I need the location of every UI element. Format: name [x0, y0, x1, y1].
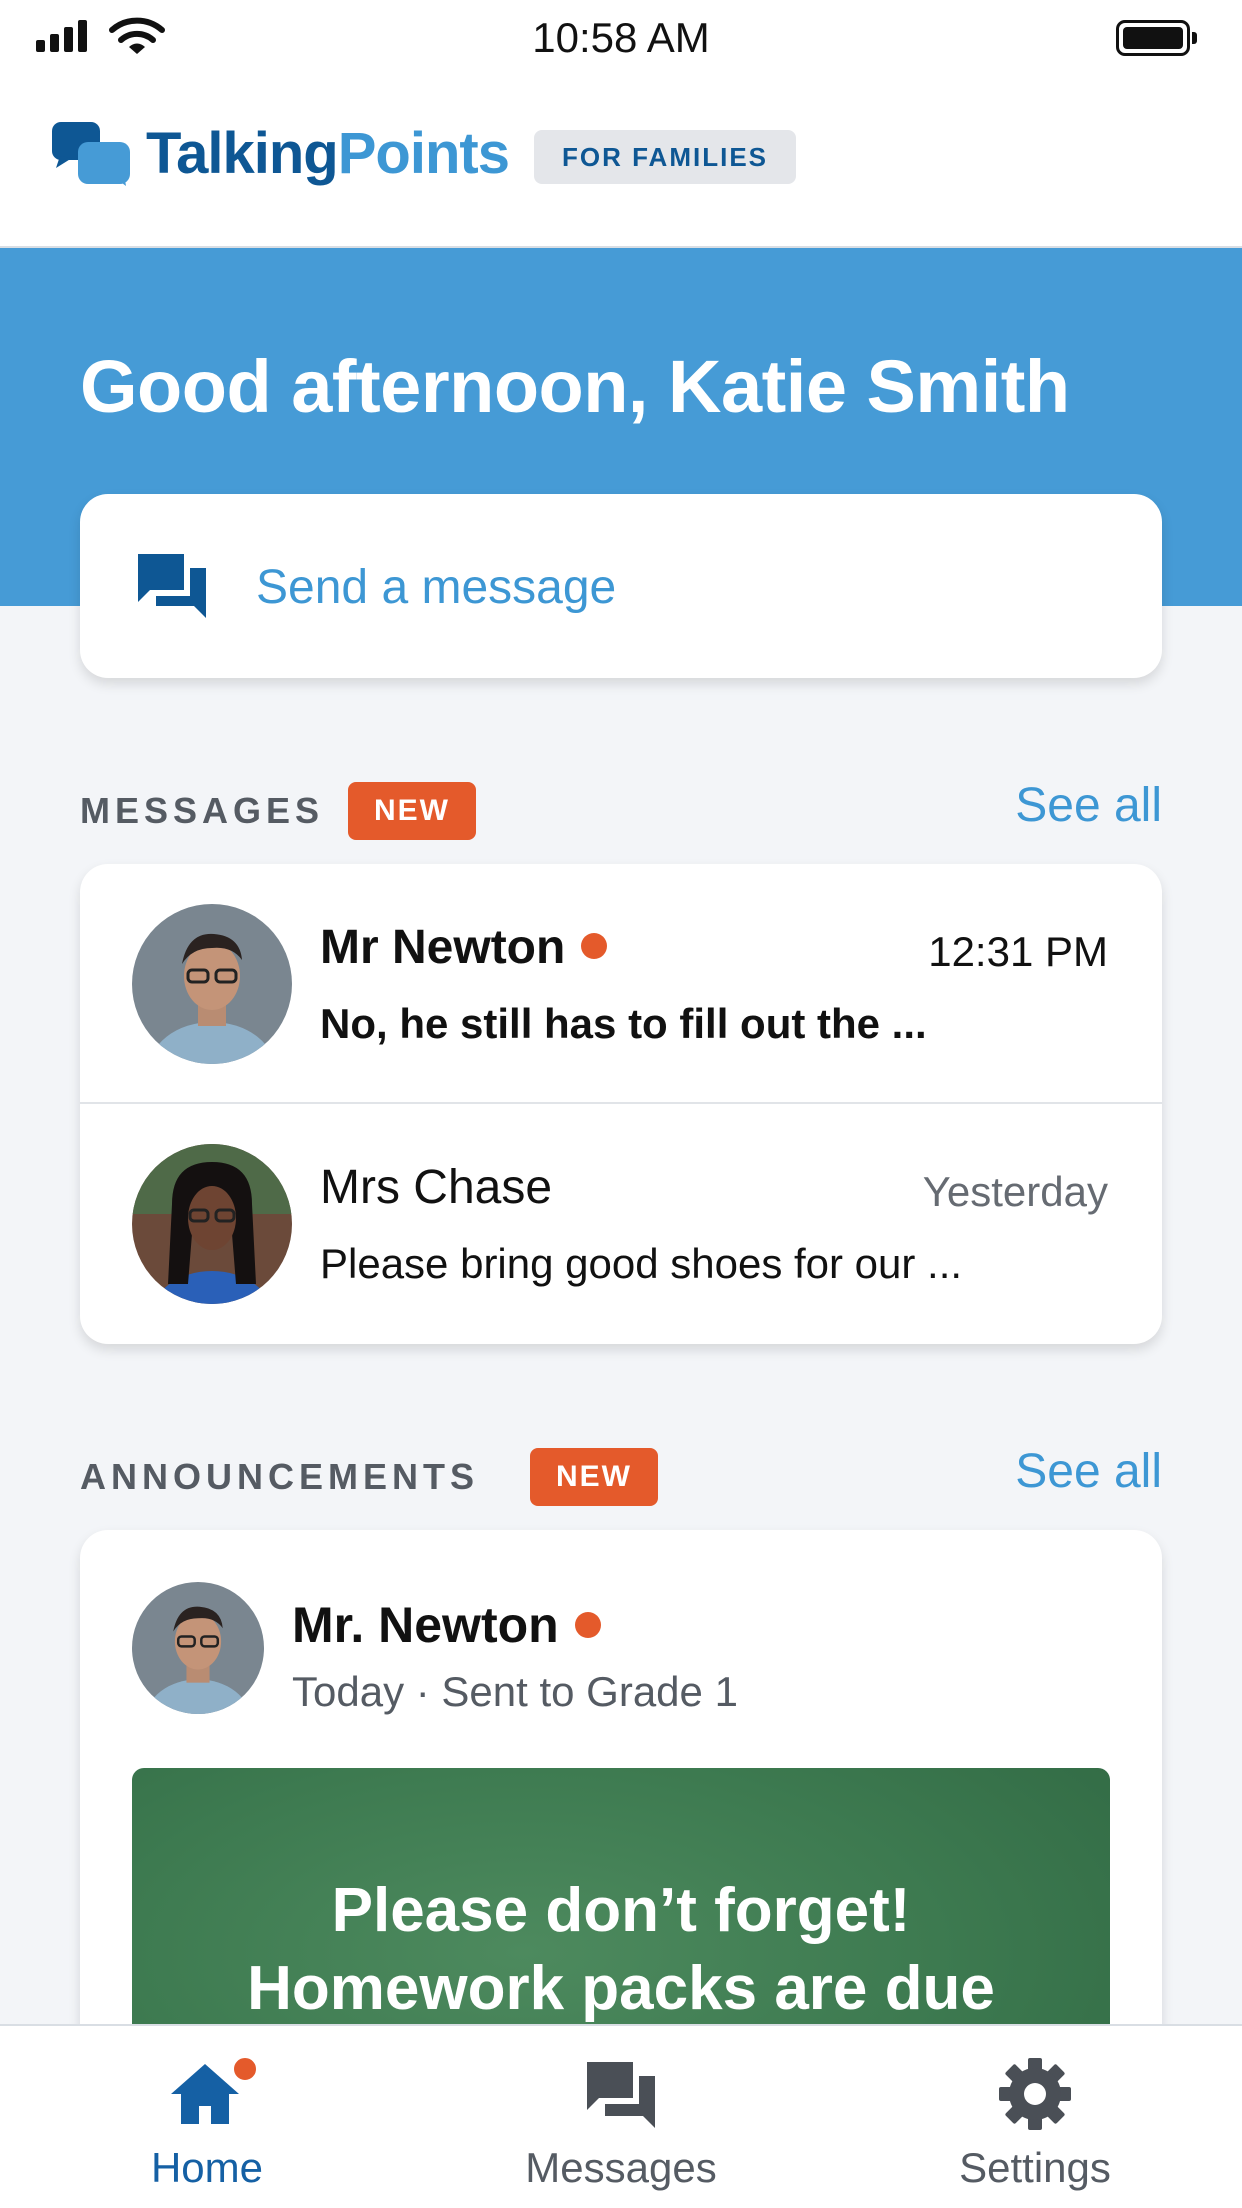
message-preview: Please bring good shoes for our ... — [320, 1240, 963, 1287]
app-logo: TalkingPoints — [146, 121, 510, 186]
for-families-badge: FOR FAMILIES — [534, 130, 796, 184]
chat-icon — [587, 2062, 655, 2128]
tab-home[interactable]: Home — [0, 2026, 414, 2208]
unread-dot-icon — [574, 1611, 601, 1638]
message-time: 12:31 PM — [928, 928, 1108, 975]
message-preview: No, he still has to fill out the ... — [320, 1000, 927, 1047]
talkingpoints-logo-icon — [52, 122, 130, 186]
app-header: TalkingPoints FOR FAMILIES — [0, 76, 1242, 248]
home-notification-dot-icon — [232, 2056, 258, 2082]
messages-section-title: MESSAGES — [80, 790, 325, 831]
messages-new-badge: NEW — [348, 782, 476, 840]
battery-icon — [1116, 20, 1197, 56]
send-message-label: Send a message — [256, 561, 617, 614]
tab-messages-label: Messages — [525, 2144, 717, 2191]
status-time: 10:58 AM — [532, 14, 710, 61]
announcements-see-all-link[interactable]: See all — [1015, 1444, 1162, 1499]
avatar-mr-newton — [132, 904, 292, 1064]
avatar-mr-newton — [132, 1582, 264, 1714]
message-row-mrs-chase[interactable]: Mrs Chase Yesterday Please bring good sh… — [80, 1104, 1162, 1344]
message-time: Yesterday — [922, 1168, 1108, 1215]
bottom-tab-bar: Home Messages Settings — [0, 2024, 1242, 2208]
announcements-section-title: ANNOUNCEMENTS — [80, 1456, 480, 1497]
message-row-mr-newton[interactable]: Mr Newton 12:31 PM No, he still has to f… — [80, 864, 1162, 1104]
announcement-sender-name: Mr. Newton — [292, 1596, 601, 1654]
avatar-mrs-chase — [132, 1144, 292, 1304]
announcement-image-text: Please don’t forget! Homework packs are … — [247, 1876, 995, 2023]
unread-dot-icon — [581, 933, 608, 960]
message-sender-name: Mr Newton — [320, 920, 608, 975]
message-sender-name: Mrs Chase — [320, 1161, 553, 1214]
tab-settings[interactable]: Settings — [828, 2026, 1242, 2208]
messages-card: Mr Newton 12:31 PM No, he still has to f… — [80, 864, 1162, 1344]
status-bar: 10:58 AM — [0, 0, 1242, 76]
send-message-button[interactable]: Send a message — [80, 494, 1162, 678]
announcement-meta: Today · Sent to Grade 1 — [292, 1668, 738, 1715]
tab-messages[interactable]: Messages — [414, 2026, 828, 2208]
messages-see-all-link[interactable]: See all — [1015, 778, 1162, 833]
gear-icon — [999, 2058, 1071, 2130]
chat-bubbles-icon — [138, 554, 206, 618]
greeting-title: Good afternoon, Katie Smith — [80, 345, 1070, 428]
announcements-new-badge: NEW — [530, 1448, 658, 1506]
tab-home-label: Home — [150, 2144, 264, 2191]
tab-settings-label: Settings — [959, 2144, 1111, 2191]
